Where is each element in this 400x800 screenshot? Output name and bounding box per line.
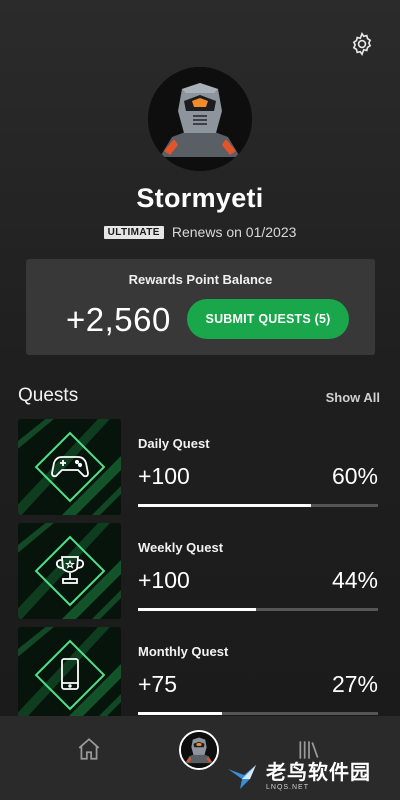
bird-logo-icon xyxy=(228,765,256,789)
quest-item[interactable]: Monthly Quest +75 27% xyxy=(18,627,380,723)
show-all-link[interactable]: Show All xyxy=(326,390,380,405)
quests-heading: Quests xyxy=(18,385,79,406)
settings-gear-icon[interactable] xyxy=(348,30,376,58)
quest-name: Weekly Quest xyxy=(138,540,224,555)
quest-progress-fill xyxy=(138,504,311,507)
subscription-line: ULTIMATE Renews on 01/2023 xyxy=(0,224,400,240)
quest-percent: 27% xyxy=(331,671,378,697)
quest-item[interactable]: Daily Quest +100 60% xyxy=(18,419,380,515)
quest-thumbnail xyxy=(18,627,121,723)
quest-progress-track xyxy=(138,608,378,611)
quest-percent: 60% xyxy=(331,463,378,489)
quest-progress-track xyxy=(138,712,378,715)
watermark-text: 老鸟软件园 xyxy=(266,759,371,784)
rewards-card: Rewards Point Balance +2,560 SUBMIT QUES… xyxy=(26,259,375,355)
home-icon[interactable] xyxy=(76,736,102,762)
rewards-points: +2,560 xyxy=(66,301,171,338)
avatar[interactable] xyxy=(148,67,252,171)
quest-points: +100 xyxy=(138,463,190,489)
quest-thumbnail xyxy=(18,523,121,619)
profile-avatar[interactable] xyxy=(179,730,219,770)
quest-percent: 44% xyxy=(331,567,378,593)
renewal-date: Renews on 01/2023 xyxy=(171,224,297,240)
watermark: 老鸟软件园 LNQS.NET xyxy=(226,754,396,798)
rewards-title: Rewards Point Balance xyxy=(128,272,273,287)
quest-progress-fill xyxy=(138,608,256,611)
quest-progress-fill xyxy=(138,712,222,715)
quest-name: Daily Quest xyxy=(138,436,210,451)
ultimate-badge: ULTIMATE xyxy=(103,225,164,239)
quest-thumbnail xyxy=(18,419,121,515)
quest-item[interactable]: Weekly Quest +100 44% xyxy=(18,523,380,619)
submit-quests-button[interactable]: SUBMIT QUESTS (5) xyxy=(187,299,349,339)
quest-progress-track xyxy=(138,504,378,507)
quest-points: +75 xyxy=(138,671,178,697)
quest-points: +100 xyxy=(138,567,190,593)
gamertag: Stormyeti xyxy=(136,183,264,213)
quest-name: Monthly Quest xyxy=(138,644,229,659)
watermark-sub: LNQS.NET xyxy=(266,783,310,791)
